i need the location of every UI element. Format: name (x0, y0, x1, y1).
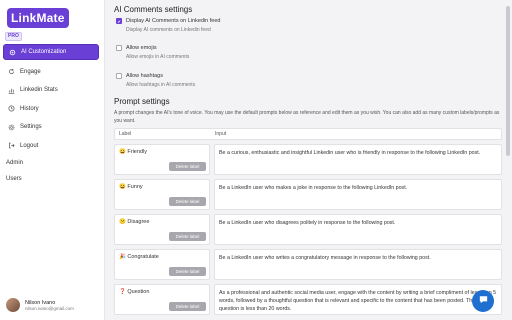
table-row: 😀 Friendly Delete label Be a curious, en… (114, 144, 502, 175)
sidebar-item-label: Engage (20, 68, 41, 75)
sidebar-item-label: Logout (20, 142, 39, 149)
ai-comments-title: AI Comments settings (114, 5, 193, 14)
option-display-comments: Display AI Comments on Linkedin feed Dis… (116, 18, 416, 33)
sidebar-item-label: Settings (20, 124, 42, 131)
option-allow-emojis: Allow emojis Allow emojis in AI comments (116, 45, 416, 60)
prompt-input[interactable]: As a professional and authentic social m… (214, 284, 502, 315)
option-label: Allow emojis (126, 45, 157, 51)
settings-icon (9, 49, 16, 56)
delete-label-button[interactable]: Delete label (169, 162, 206, 171)
table-row: 😄 Funny Delete label Be a LinkedIn user … (114, 179, 502, 210)
clock-icon (8, 105, 15, 112)
delete-label-button[interactable]: Delete label (169, 197, 206, 206)
sidebar-item-label: AI Customization (21, 49, 67, 55)
label-cell[interactable]: 😄 Funny Delete label (114, 179, 210, 210)
avatar (6, 298, 20, 312)
prompt-settings-title: Prompt settings (114, 97, 170, 106)
sidebar-item-history[interactable]: History (3, 100, 99, 119)
prompt-input[interactable]: Be a LinkedIn user who disagrees politel… (214, 214, 502, 245)
label-cell[interactable]: 😀 Friendly Delete label (114, 144, 210, 175)
prompt-input[interactable]: Be a LinkedIn user who writes a congratu… (214, 249, 502, 280)
prompt-table: Label Input 😀 Friendly Delete label Be a… (114, 128, 502, 315)
table-row: 🎉 Congratulate Delete label Be a LinkedI… (114, 249, 502, 280)
pro-badge: PRO (5, 32, 22, 41)
label-text: 😀 Friendly (119, 149, 147, 155)
gear-icon (8, 124, 15, 131)
option-desc: Allow hashtags in AI comments (126, 82, 196, 88)
label-text: 😄 Funny (119, 184, 143, 190)
table-row: 😕 Disagree Delete label Be a LinkedIn us… (114, 214, 502, 245)
table-row: ❓ Question Delete label As a professiona… (114, 284, 502, 315)
sidebar: LinkMate PRO AI Customization Engage Lin… (0, 0, 105, 320)
option-allow-hashtags: Allow hashtags Allow hashtags in AI comm… (116, 73, 416, 88)
sidebar-link-users[interactable]: Users (3, 171, 99, 187)
column-input: Input (215, 131, 227, 137)
sidebar-item-logout[interactable]: Logout (3, 137, 99, 156)
label-cell[interactable]: 😕 Disagree Delete label (114, 214, 210, 245)
delete-label-button[interactable]: Delete label (169, 232, 206, 241)
sidebar-item-label: Linkedin Stats (20, 87, 58, 94)
scrollbar[interactable] (506, 6, 510, 156)
label-text: 😕 Disagree (119, 219, 150, 225)
option-label: Display AI Comments on Linkedin feed (126, 18, 221, 24)
option-desc: Display AI comments on Linkedin feed (126, 27, 211, 33)
sidebar-item-ai-customization[interactable]: AI Customization (3, 44, 99, 60)
delete-label-button[interactable]: Delete label (169, 302, 206, 311)
prompt-description: A prompt changes the AI's tone of voice.… (114, 110, 500, 124)
sidebar-nav: AI Customization Engage Linkedin Stats H… (3, 44, 99, 187)
user-email: nilson.ivano@gmail.com (25, 305, 74, 311)
delete-label-button[interactable]: Delete label (169, 267, 206, 276)
display-comments-checkbox[interactable] (116, 18, 122, 24)
label-cell[interactable]: 🎉 Congratulate Delete label (114, 249, 210, 280)
user-profile[interactable]: Nilson Ivano nilson.ivano@gmail.com (6, 298, 74, 312)
sidebar-item-engage[interactable]: Engage (3, 63, 99, 82)
sidebar-item-settings[interactable]: Settings (3, 118, 99, 137)
logo-text: LinkMate (11, 11, 65, 25)
allow-emojis-checkbox[interactable] (116, 45, 122, 51)
option-label: Allow hashtags (126, 73, 163, 79)
logo[interactable]: LinkMate (7, 8, 69, 28)
sidebar-link-admin[interactable]: Admin (3, 155, 99, 171)
label-cell[interactable]: ❓ Question Delete label (114, 284, 210, 315)
refresh-icon (8, 68, 15, 75)
allow-hashtags-checkbox[interactable] (116, 73, 122, 79)
chart-icon (8, 87, 15, 94)
column-label: Label (119, 131, 132, 137)
sidebar-item-label: History (20, 105, 39, 112)
label-text: 🎉 Congratulate (119, 254, 159, 260)
prompt-input[interactable]: Be a curious, enthusiastic and insightfu… (214, 144, 502, 175)
logout-icon (8, 142, 15, 149)
main-content: AI Comments settings Display AI Comments… (106, 0, 502, 320)
option-desc: Allow emojis in AI comments (126, 54, 190, 60)
sidebar-item-linkedin-stats[interactable]: Linkedin Stats (3, 81, 99, 100)
chat-button[interactable] (472, 290, 494, 312)
prompt-input[interactable]: Be a LinkedIn user who makes a joke in r… (214, 179, 502, 210)
chat-icon (478, 292, 489, 310)
label-text: ❓ Question (119, 289, 150, 295)
table-header: Label Input (114, 128, 502, 140)
